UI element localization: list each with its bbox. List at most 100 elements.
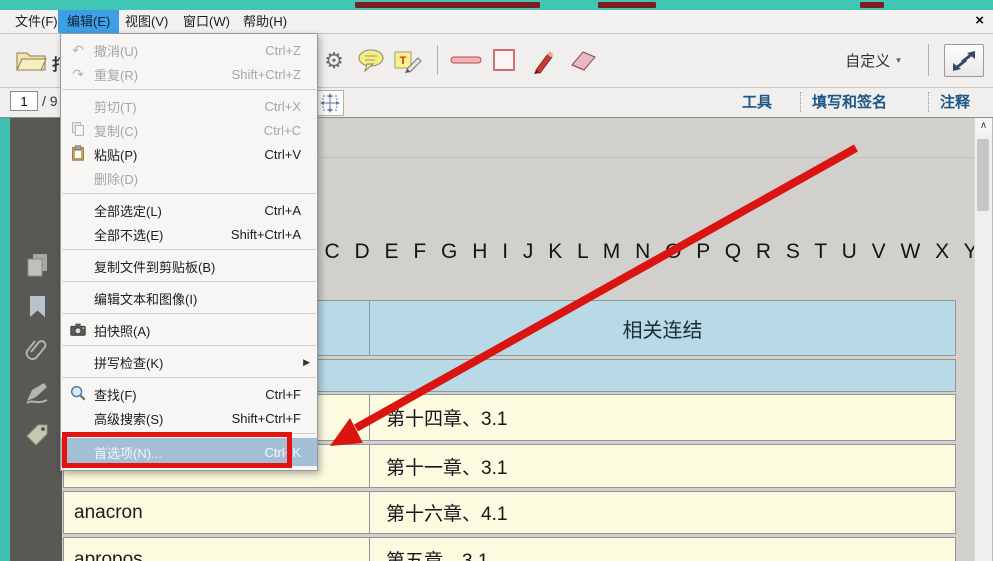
comment-tool-button[interactable]	[356, 47, 386, 75]
eraser-tool-button[interactable]	[563, 47, 599, 73]
rectangle-tool-icon	[491, 47, 517, 73]
search-icon	[67, 384, 89, 404]
page-thumbnails-button[interactable]	[23, 251, 51, 279]
menu-item-label: 重复(R)	[94, 65, 232, 84]
chapter-link[interactable]: 第十一章、3.1	[369, 445, 955, 487]
gear-icon: ⚙	[324, 50, 344, 72]
customize-dropdown[interactable]: 自定义 ▾	[836, 47, 910, 73]
menu-item-find[interactable]: 查找(F) Ctrl+F	[61, 382, 317, 406]
dropdown-caret-icon: ▾	[896, 55, 901, 66]
undo-icon: ↶	[67, 43, 89, 57]
rectangle-tool-button[interactable]	[490, 46, 518, 74]
menu-item-label: 查找(F)	[94, 385, 265, 404]
menu-item-edit-text-and-images[interactable]: 编辑文本和图像(I)	[61, 286, 317, 310]
tag-icon	[23, 421, 51, 449]
edit-menu-dropdown: ↶ 撤消(U) Ctrl+Z ↷ 重复(R) Shift+Ctrl+Z 剪切(T…	[60, 33, 318, 471]
customize-label: 自定义	[845, 50, 890, 71]
fit-page-button[interactable]	[316, 90, 344, 116]
scroll-up-button[interactable]: ∧	[975, 117, 992, 135]
tags-button[interactable]	[23, 421, 51, 449]
pencil-tool-icon	[528, 46, 556, 74]
vertical-scrollbar[interactable]: ∧	[974, 117, 992, 561]
tab-fill-sign[interactable]: 填写和签名	[812, 91, 887, 115]
tab-tools[interactable]: 工具	[742, 91, 772, 115]
comment-bubble-icon	[357, 48, 385, 74]
tab-separator	[928, 92, 929, 112]
settings-button[interactable]: ⚙	[320, 47, 348, 75]
text-note-icon: T	[393, 47, 423, 75]
menu-item-shortcut: Ctrl+F	[265, 387, 301, 402]
window-left-edge	[0, 117, 10, 561]
menu-view[interactable]: 视图(V)	[116, 10, 177, 33]
tab-comment[interactable]: 注释	[940, 91, 970, 115]
menu-item-label: 全部不选(E)	[94, 225, 231, 244]
menu-item-shortcut: Shift+Ctrl+A	[231, 227, 301, 242]
line-tool-button[interactable]	[448, 47, 484, 73]
close-button[interactable]: ×	[970, 10, 989, 33]
menu-item-paste[interactable]: 粘贴(P) Ctrl+V	[61, 142, 317, 166]
menu-window[interactable]: 窗口(W)	[174, 10, 239, 33]
line-tool-icon	[449, 54, 483, 66]
chapter-link[interactable]: 第十四章、3.1	[369, 395, 955, 440]
chapter-link[interactable]: 第五章、3.1	[369, 538, 955, 561]
menu-item-label: 高级搜索(S)	[94, 409, 232, 428]
titlebar-text-fragment	[355, 2, 540, 8]
redo-icon: ↷	[67, 67, 89, 81]
svg-text:T: T	[400, 55, 407, 67]
menu-help[interactable]: 帮助(H)	[234, 10, 296, 33]
menu-item-shortcut: Ctrl+V	[265, 147, 301, 162]
paperclip-icon	[23, 335, 51, 363]
camera-icon	[67, 320, 89, 340]
folder-open-icon	[14, 47, 48, 73]
fullscreen-button[interactable]	[944, 44, 984, 77]
menu-separator	[62, 281, 316, 282]
menu-separator	[62, 377, 316, 378]
menu-item-shortcut: Ctrl+X	[265, 99, 301, 114]
menu-item-cut[interactable]: 剪切(T) Ctrl+X	[61, 94, 317, 118]
command-name-cell: apropos	[64, 538, 369, 561]
menu-item-label: 全部选定(L)	[94, 201, 265, 220]
menu-item-redo[interactable]: ↷ 重复(R) Shift+Ctrl+Z	[61, 62, 317, 86]
expand-arrows-icon	[951, 50, 977, 72]
menu-separator	[62, 313, 316, 314]
menu-edit[interactable]: 编辑(E)	[58, 10, 119, 33]
chapter-link[interactable]: 第十六章、4.1	[369, 492, 955, 533]
table-header-links-cell: 相关连结	[369, 301, 955, 355]
menu-item-advanced-search[interactable]: 高级搜索(S) Shift+Ctrl+F	[61, 406, 317, 430]
open-file-button[interactable]	[10, 44, 52, 76]
menu-item-label: 拼写检查(K)	[94, 353, 317, 372]
page-number-input[interactable]	[10, 91, 38, 111]
signature-icon	[23, 378, 51, 406]
pdf-reader-window: 文件(F) 编辑(E) 视图(V) 窗口(W) 帮助(H) × 打 ⚙	[0, 0, 993, 561]
menu-item-label: 拍快照(A)	[94, 321, 301, 340]
menu-item-copy-file-to-clipboard[interactable]: 复制文件到剪贴板(B)	[61, 254, 317, 278]
pencil-tool-button[interactable]	[527, 45, 557, 75]
menu-item-select-all[interactable]: 全部选定(L) Ctrl+A	[61, 198, 317, 222]
menu-item-label: 编辑文本和图像(I)	[94, 289, 301, 308]
menubar: 文件(F) 编辑(E) 视图(V) 窗口(W) 帮助(H) ×	[0, 10, 993, 34]
titlebar-text-fragment	[598, 2, 656, 8]
attachments-button[interactable]	[23, 335, 51, 363]
menu-item-delete[interactable]: 删除(D)	[61, 166, 317, 190]
text-note-tool-button[interactable]: T	[392, 46, 424, 76]
copy-icon	[67, 120, 89, 140]
scroll-up-icon: ∧	[980, 120, 987, 131]
bookmarks-button[interactable]	[23, 293, 51, 321]
alphabet-index-links[interactable]: A B C D E F G H I J K L M N O P Q R S T …	[268, 235, 993, 265]
titlebar	[0, 0, 993, 10]
menu-item-deselect-all[interactable]: 全部不选(E) Shift+Ctrl+A	[61, 222, 317, 246]
menu-item-spell-check[interactable]: 拼写检查(K) ▶	[61, 350, 317, 374]
pages-icon	[23, 251, 51, 279]
menu-item-undo[interactable]: ↶ 撤消(U) Ctrl+Z	[61, 38, 317, 62]
menu-item-shortcut: Ctrl+Z	[265, 43, 301, 58]
menu-item-shortcut: Ctrl+C	[264, 123, 301, 138]
menu-item-copy[interactable]: 复制(C) Ctrl+C	[61, 118, 317, 142]
menu-item-shortcut: Shift+Ctrl+F	[232, 411, 301, 426]
menu-item-take-snapshot[interactable]: 拍快照(A)	[61, 318, 317, 342]
signatures-button[interactable]	[23, 378, 51, 406]
fit-page-icon	[320, 93, 340, 113]
close-icon: ×	[975, 12, 984, 29]
menu-item-label: 剪切(T)	[94, 97, 265, 116]
menu-item-label: 复制文件到剪贴板(B)	[94, 257, 301, 276]
scrollbar-thumb[interactable]	[977, 139, 989, 211]
